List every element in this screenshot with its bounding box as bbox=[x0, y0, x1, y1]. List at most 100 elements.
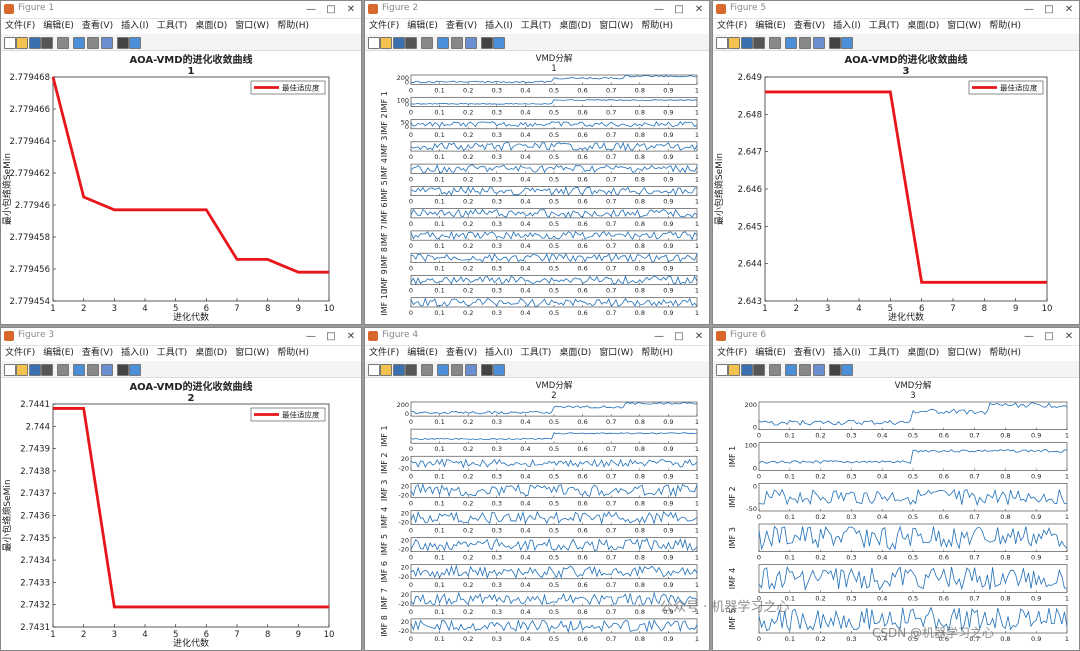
minimize-icon[interactable]: — bbox=[301, 1, 321, 18]
minimize-icon[interactable]: — bbox=[1019, 328, 1039, 345]
figure-window-2[interactable]: Figure 2 — □ ✕ 文件(F) 编辑(E) 查看(V) 插入(I) 工具(T) 桌面(D… bbox=[364, 0, 710, 325]
link-icon[interactable] bbox=[785, 37, 797, 49]
zoom-icon[interactable] bbox=[769, 364, 781, 376]
pointer-icon[interactable] bbox=[481, 364, 493, 376]
open-folder-icon[interactable] bbox=[380, 37, 392, 49]
menu-item[interactable]: 工具(T) bbox=[869, 346, 900, 360]
save-icon[interactable] bbox=[393, 364, 405, 376]
maximize-icon[interactable]: □ bbox=[1039, 1, 1059, 18]
menu-item[interactable]: 帮助(H) bbox=[989, 346, 1021, 360]
menu-item[interactable]: 插入(I) bbox=[833, 19, 861, 33]
new-file-icon[interactable] bbox=[4, 37, 16, 49]
menu-item[interactable]: 窗口(W) bbox=[599, 19, 633, 33]
window-titlebar[interactable]: Figure 2 — □ ✕ bbox=[365, 1, 709, 19]
pointer-icon[interactable] bbox=[829, 37, 841, 49]
print-icon[interactable] bbox=[41, 37, 53, 49]
save-icon[interactable] bbox=[29, 37, 41, 49]
close-icon[interactable]: ✕ bbox=[689, 328, 709, 345]
new-file-icon[interactable] bbox=[368, 37, 380, 49]
print-icon[interactable] bbox=[753, 37, 765, 49]
print-icon[interactable] bbox=[753, 364, 765, 376]
menu-item[interactable]: 桌面(D) bbox=[195, 346, 227, 360]
minimize-icon[interactable]: — bbox=[649, 328, 669, 345]
window-titlebar[interactable]: Figure 5 — □ ✕ bbox=[713, 1, 1079, 19]
insert-colorbar-icon[interactable] bbox=[451, 364, 463, 376]
open-folder-icon[interactable] bbox=[16, 364, 28, 376]
figure-window-4[interactable]: Figure 4 — □ ✕ 文件(F) 编辑(E) 查看(V) 插入(I) 工具(T) 桌面(D… bbox=[364, 327, 710, 651]
plot-tools-icon[interactable] bbox=[493, 37, 505, 49]
save-icon[interactable] bbox=[393, 37, 405, 49]
window-titlebar[interactable]: Figure 4 — □ ✕ bbox=[365, 328, 709, 346]
menu-item[interactable]: 文件(F) bbox=[369, 19, 399, 33]
menu-item[interactable]: 工具(T) bbox=[157, 19, 188, 33]
menu-item[interactable]: 工具(T) bbox=[521, 19, 552, 33]
menu-item[interactable]: 编辑(E) bbox=[407, 19, 438, 33]
insert-legend-icon[interactable] bbox=[465, 364, 477, 376]
save-icon[interactable] bbox=[741, 364, 753, 376]
menu-item[interactable]: 窗口(W) bbox=[235, 346, 269, 360]
menu-item[interactable]: 文件(F) bbox=[5, 346, 35, 360]
plot-tools-icon[interactable] bbox=[493, 364, 505, 376]
minimize-icon[interactable]: — bbox=[301, 328, 321, 345]
menu-item[interactable]: 窗口(W) bbox=[947, 346, 981, 360]
minimize-icon[interactable]: — bbox=[1019, 1, 1039, 18]
link-icon[interactable] bbox=[73, 37, 85, 49]
save-icon[interactable] bbox=[29, 364, 41, 376]
insert-colorbar-icon[interactable] bbox=[799, 37, 811, 49]
minimize-icon[interactable]: — bbox=[649, 1, 669, 18]
print-icon[interactable] bbox=[405, 37, 417, 49]
menu-item[interactable]: 帮助(H) bbox=[277, 19, 309, 33]
menu-item[interactable]: 查看(V) bbox=[794, 346, 825, 360]
plot-tools-icon[interactable] bbox=[129, 364, 141, 376]
menu-item[interactable]: 查看(V) bbox=[82, 19, 113, 33]
menu-item[interactable]: 帮助(H) bbox=[989, 19, 1021, 33]
new-file-icon[interactable] bbox=[368, 364, 380, 376]
figure-window-5[interactable]: Figure 5 — □ ✕ 文件(F) 编辑(E) 查看(V) 插入(I) 工具(T) 桌面(D… bbox=[712, 0, 1080, 325]
insert-colorbar-icon[interactable] bbox=[87, 364, 99, 376]
link-icon[interactable] bbox=[785, 364, 797, 376]
menu-item[interactable]: 插入(I) bbox=[485, 346, 513, 360]
menu-item[interactable]: 桌面(D) bbox=[907, 346, 939, 360]
window-titlebar[interactable]: Figure 1 — □ ✕ bbox=[1, 1, 361, 19]
insert-colorbar-icon[interactable] bbox=[799, 364, 811, 376]
menu-item[interactable]: 窗口(W) bbox=[947, 19, 981, 33]
insert-legend-icon[interactable] bbox=[813, 37, 825, 49]
menu-item[interactable]: 插入(I) bbox=[121, 19, 149, 33]
zoom-icon[interactable] bbox=[421, 364, 433, 376]
plot-tools-icon[interactable] bbox=[129, 37, 141, 49]
close-icon[interactable]: ✕ bbox=[1059, 1, 1079, 18]
open-folder-icon[interactable] bbox=[16, 37, 28, 49]
menu-item[interactable]: 插入(I) bbox=[485, 19, 513, 33]
open-folder-icon[interactable] bbox=[380, 364, 392, 376]
menu-item[interactable]: 桌面(D) bbox=[907, 19, 939, 33]
pointer-icon[interactable] bbox=[117, 37, 129, 49]
window-titlebar[interactable]: Figure 6 — □ ✕ bbox=[713, 328, 1079, 346]
menu-item[interactable]: 文件(F) bbox=[5, 19, 35, 33]
menu-item[interactable]: 查看(V) bbox=[446, 346, 477, 360]
plot-tools-icon[interactable] bbox=[841, 364, 853, 376]
menu-item[interactable]: 查看(V) bbox=[446, 19, 477, 33]
menu-item[interactable]: 查看(V) bbox=[82, 346, 113, 360]
menu-item[interactable]: 帮助(H) bbox=[641, 346, 673, 360]
menu-item[interactable]: 插入(I) bbox=[833, 346, 861, 360]
insert-legend-icon[interactable] bbox=[101, 364, 113, 376]
menu-item[interactable]: 工具(T) bbox=[521, 346, 552, 360]
pointer-icon[interactable] bbox=[117, 364, 129, 376]
new-file-icon[interactable] bbox=[716, 364, 728, 376]
insert-colorbar-icon[interactable] bbox=[451, 37, 463, 49]
menu-item[interactable]: 帮助(H) bbox=[641, 19, 673, 33]
menu-item[interactable]: 工具(T) bbox=[157, 346, 188, 360]
print-icon[interactable] bbox=[41, 364, 53, 376]
close-icon[interactable]: ✕ bbox=[689, 1, 709, 18]
new-file-icon[interactable] bbox=[4, 364, 16, 376]
maximize-icon[interactable]: □ bbox=[1039, 328, 1059, 345]
zoom-icon[interactable] bbox=[769, 37, 781, 49]
save-icon[interactable] bbox=[741, 37, 753, 49]
menu-item[interactable]: 文件(F) bbox=[717, 19, 747, 33]
insert-legend-icon[interactable] bbox=[101, 37, 113, 49]
menu-item[interactable]: 编辑(E) bbox=[755, 346, 786, 360]
zoom-icon[interactable] bbox=[57, 37, 69, 49]
open-folder-icon[interactable] bbox=[728, 37, 740, 49]
pointer-icon[interactable] bbox=[481, 37, 493, 49]
menu-item[interactable]: 查看(V) bbox=[794, 19, 825, 33]
